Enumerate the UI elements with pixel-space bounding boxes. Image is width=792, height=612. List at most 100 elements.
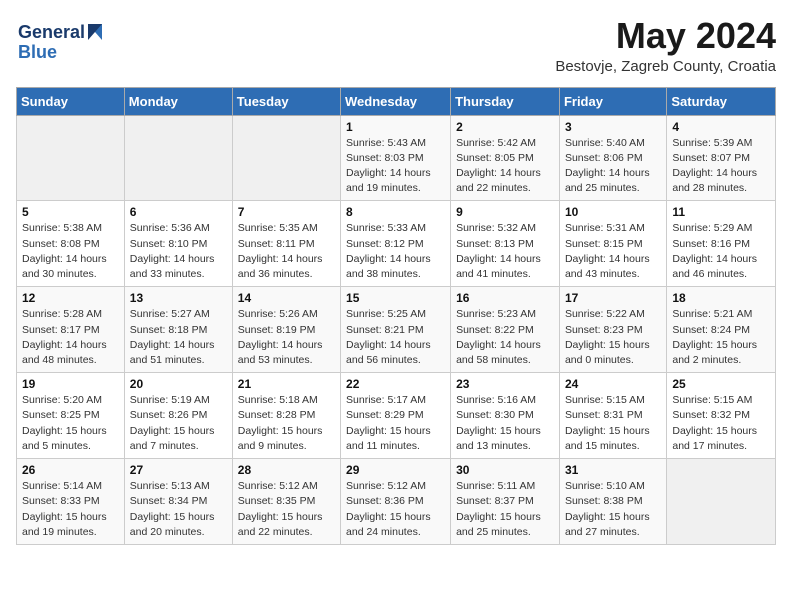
- day-number: 6: [130, 205, 227, 219]
- day-info: Sunrise: 5:10 AMSunset: 8:38 PMDaylight:…: [565, 479, 661, 540]
- calendar-cell: 30Sunrise: 5:11 AMSunset: 8:37 PMDayligh…: [451, 459, 560, 545]
- calendar-cell: 11 Sunrise: 5:29 AMSunset: 8:16 PMDayligh…: [667, 201, 776, 287]
- calendar-cell: 17 Sunrise: 5:22 AMSunset: 8:23 PMDayligh…: [559, 287, 666, 373]
- day-info: Sunrise: 5:26 AMSunset: 8:19 PMDaylight:…: [238, 307, 335, 368]
- day-info: Sunrise: 5:15 AMSunset: 8:32 PMDaylight:…: [672, 393, 770, 454]
- day-info: Sunrise: 5:19 AMSunset: 8:26 PMDaylight:…: [130, 393, 227, 454]
- day-info: Sunrise: 5:27 AMSunset: 8:18 PMDaylight:…: [130, 307, 227, 368]
- calendar-cell: 9Sunrise: 5:32 AMSunset: 8:13 PMDaylight…: [451, 201, 560, 287]
- calendar-cell: 12 Sunrise: 5:28 AMSunset: 8:17 PMDayligh…: [17, 287, 125, 373]
- calendar-cell: 15Sunrise: 5:25 AMSunset: 8:21 PMDayligh…: [341, 287, 451, 373]
- weekday-header-row: SundayMondayTuesdayWednesdayThursdayFrid…: [17, 87, 776, 115]
- calendar-cell: 4Sunrise: 5:39 AMSunset: 8:07 PMDaylight…: [667, 115, 776, 201]
- day-number: 4: [672, 120, 770, 134]
- day-number: 12: [22, 291, 119, 305]
- page-header: General Blue May 2024 Bestovje, Zagreb C…: [16, 16, 776, 75]
- day-info: Sunrise: 5:12 AMSunset: 8:36 PMDaylight:…: [346, 479, 445, 540]
- calendar-cell: 1 Sunrise: 5:43 AMSunset: 8:03 PMDaylight…: [341, 115, 451, 201]
- weekday-header-friday: Friday: [559, 87, 666, 115]
- calendar-cell: 27Sunrise: 5:13 AMSunset: 8:34 PMDayligh…: [124, 459, 232, 545]
- weekday-header-monday: Monday: [124, 87, 232, 115]
- day-number: 30: [456, 463, 554, 477]
- day-number: 19: [22, 377, 119, 391]
- calendar-cell: 16 Sunrise: 5:23 AMSunset: 8:22 PMDayligh…: [451, 287, 560, 373]
- calendar-week-5: 26Sunrise: 5:14 AMSunset: 8:33 PMDayligh…: [17, 459, 776, 545]
- calendar-cell: 23Sunrise: 5:16 AMSunset: 8:30 PMDayligh…: [451, 373, 560, 459]
- calendar-cell: 22Sunrise: 5:17 AMSunset: 8:29 PMDayligh…: [341, 373, 451, 459]
- day-info: Sunrise: 5:36 AMSunset: 8:10 PMDaylight:…: [130, 221, 227, 282]
- day-info: Sunrise: 5:22 AMSunset: 8:23 PMDaylight:…: [565, 307, 661, 368]
- day-number: 13: [130, 291, 227, 305]
- calendar-cell: 5 Sunrise: 5:38 AMSunset: 8:08 PMDaylight…: [17, 201, 125, 287]
- calendar-cell: 3 Sunrise: 5:40 AMSunset: 8:06 PMDaylight…: [559, 115, 666, 201]
- day-info: Sunrise: 5:31 AMSunset: 8:15 PMDaylight:…: [565, 221, 661, 282]
- calendar-cell: [232, 115, 340, 201]
- day-number: 27: [130, 463, 227, 477]
- day-number: 18: [672, 291, 770, 305]
- day-number: 8: [346, 205, 445, 219]
- day-number: 31: [565, 463, 661, 477]
- calendar-cell: [17, 115, 125, 201]
- day-number: 10: [565, 205, 661, 219]
- day-number: 23: [456, 377, 554, 391]
- day-number: 20: [130, 377, 227, 391]
- day-info: Sunrise: 5:14 AMSunset: 8:33 PMDaylight:…: [22, 479, 119, 540]
- weekday-header-wednesday: Wednesday: [341, 87, 451, 115]
- calendar-week-1: 1 Sunrise: 5:43 AMSunset: 8:03 PMDaylight…: [17, 115, 776, 201]
- day-info: Sunrise: 5:17 AMSunset: 8:29 PMDaylight:…: [346, 393, 445, 454]
- day-info: Sunrise: 5:29 AMSunset: 8:16 PMDaylight:…: [672, 221, 770, 282]
- calendar-week-4: 19 Sunrise: 5:20 AMSunset: 8:25 PMDayligh…: [17, 373, 776, 459]
- day-number: 11: [672, 205, 770, 219]
- day-number: 3: [565, 120, 661, 134]
- day-info: Sunrise: 5:20 AMSunset: 8:25 PMDaylight:…: [22, 393, 119, 454]
- logo-icon: General Blue: [16, 16, 106, 66]
- day-info: Sunrise: 5:38 AMSunset: 8:08 PMDaylight:…: [22, 221, 119, 282]
- calendar-cell: 2Sunrise: 5:42 AMSunset: 8:05 PMDaylight…: [451, 115, 560, 201]
- calendar-cell: [124, 115, 232, 201]
- weekday-header-sunday: Sunday: [17, 87, 125, 115]
- title-block: May 2024 Bestovje, Zagreb County, Croati…: [555, 16, 776, 75]
- calendar-cell: 19 Sunrise: 5:20 AMSunset: 8:25 PMDayligh…: [17, 373, 125, 459]
- calendar-cell: 28 Sunrise: 5:12 AMSunset: 8:35 PMDayligh…: [232, 459, 340, 545]
- day-info: Sunrise: 5:43 AMSunset: 8:03 PMDaylight:…: [346, 136, 445, 197]
- day-info: Sunrise: 5:18 AMSunset: 8:28 PMDaylight:…: [238, 393, 335, 454]
- day-number: 28: [238, 463, 335, 477]
- calendar-cell: 6 Sunrise: 5:36 AMSunset: 8:10 PMDaylight…: [124, 201, 232, 287]
- day-number: 16: [456, 291, 554, 305]
- svg-text:General: General: [18, 22, 85, 42]
- calendar-week-3: 12 Sunrise: 5:28 AMSunset: 8:17 PMDayligh…: [17, 287, 776, 373]
- day-number: 9: [456, 205, 554, 219]
- day-number: 21: [238, 377, 335, 391]
- logo: General Blue: [16, 16, 106, 66]
- calendar-cell: 24Sunrise: 5:15 AMSunset: 8:31 PMDayligh…: [559, 373, 666, 459]
- calendar-cell: 18 Sunrise: 5:21 AMSunset: 8:24 PMDayligh…: [667, 287, 776, 373]
- day-info: Sunrise: 5:12 AMSunset: 8:35 PMDaylight:…: [238, 479, 335, 540]
- calendar-cell: 14 Sunrise: 5:26 AMSunset: 8:19 PMDayligh…: [232, 287, 340, 373]
- calendar-table: SundayMondayTuesdayWednesdayThursdayFrid…: [16, 87, 776, 545]
- location: Bestovje, Zagreb County, Croatia: [555, 58, 776, 75]
- calendar-week-2: 5 Sunrise: 5:38 AMSunset: 8:08 PMDaylight…: [17, 201, 776, 287]
- day-number: 25: [672, 377, 770, 391]
- calendar-cell: 7Sunrise: 5:35 AMSunset: 8:11 PMDaylight…: [232, 201, 340, 287]
- calendar-cell: 25 Sunrise: 5:15 AMSunset: 8:32 PMDayligh…: [667, 373, 776, 459]
- day-info: Sunrise: 5:15 AMSunset: 8:31 PMDaylight:…: [565, 393, 661, 454]
- day-number: 14: [238, 291, 335, 305]
- weekday-header-tuesday: Tuesday: [232, 87, 340, 115]
- day-info: Sunrise: 5:35 AMSunset: 8:11 PMDaylight:…: [238, 221, 335, 282]
- calendar-cell: 31 Sunrise: 5:10 AMSunset: 8:38 PMDayligh…: [559, 459, 666, 545]
- calendar-cell: 21 Sunrise: 5:18 AMSunset: 8:28 PMDayligh…: [232, 373, 340, 459]
- calendar-cell: 10 Sunrise: 5:31 AMSunset: 8:15 PMDayligh…: [559, 201, 666, 287]
- calendar-cell: 29 Sunrise: 5:12 AMSunset: 8:36 PMDayligh…: [341, 459, 451, 545]
- day-info: Sunrise: 5:42 AMSunset: 8:05 PMDaylight:…: [456, 136, 554, 197]
- day-number: 29: [346, 463, 445, 477]
- weekday-header-saturday: Saturday: [667, 87, 776, 115]
- day-info: Sunrise: 5:28 AMSunset: 8:17 PMDaylight:…: [22, 307, 119, 368]
- day-number: 5: [22, 205, 119, 219]
- day-number: 1: [346, 120, 445, 134]
- day-info: Sunrise: 5:40 AMSunset: 8:06 PMDaylight:…: [565, 136, 661, 197]
- day-info: Sunrise: 5:21 AMSunset: 8:24 PMDaylight:…: [672, 307, 770, 368]
- day-info: Sunrise: 5:23 AMSunset: 8:22 PMDaylight:…: [456, 307, 554, 368]
- svg-text:Blue: Blue: [18, 42, 57, 62]
- day-info: Sunrise: 5:25 AMSunset: 8:21 PMDaylight:…: [346, 307, 445, 368]
- day-number: 17: [565, 291, 661, 305]
